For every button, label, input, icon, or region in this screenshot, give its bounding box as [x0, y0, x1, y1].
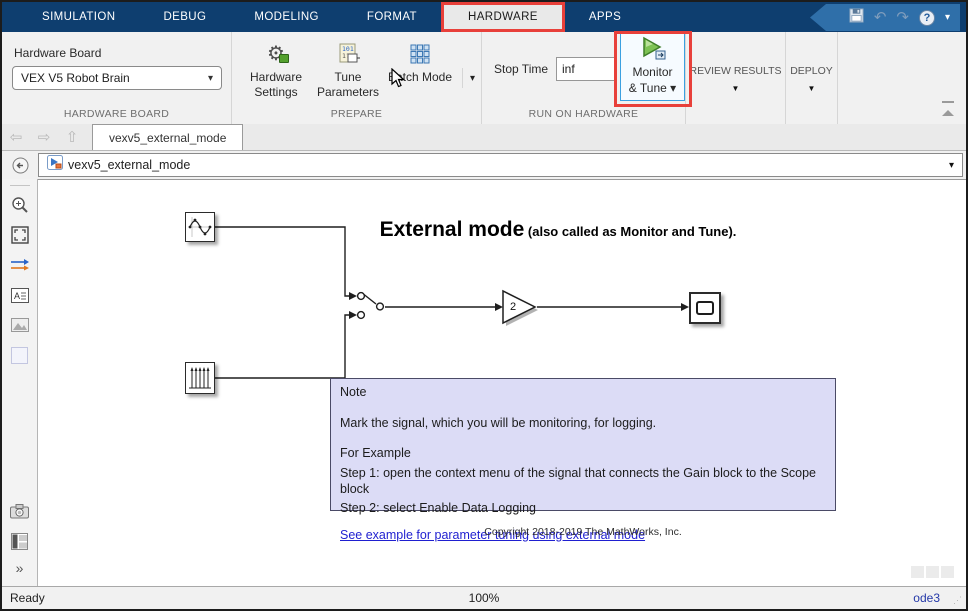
copyright-annotation: Copyright 2018-2019 The MathWorks, Inc.	[330, 526, 836, 538]
scope-block[interactable]	[689, 292, 721, 324]
note-body-3: Step 1: open the context menu of the sig…	[340, 466, 826, 497]
note-body-1: Mark the signal, which you will be monit…	[340, 416, 826, 432]
model-file-icon	[47, 155, 63, 175]
note-body-4: Step 2: select Enable Data Logging	[340, 501, 826, 517]
gear-icon: ⚙	[267, 40, 285, 68]
hardware-board-label: Hardware Board	[14, 46, 101, 60]
pulse-train-icon	[187, 364, 213, 392]
model-document-tab[interactable]: vexv5_external_mode	[92, 124, 243, 150]
toolbar-menu-caret-icon[interactable]: ▾	[945, 12, 950, 23]
status-bar: Ready 100% ode3 ⋰	[2, 586, 966, 609]
forward-icon[interactable]: ⇨	[30, 124, 58, 150]
tab-format[interactable]: FORMAT	[343, 2, 441, 32]
hide-browser-button[interactable]	[2, 151, 38, 179]
deploy-label: DEPLOY	[786, 65, 837, 77]
note-body-2: For Example	[340, 446, 826, 462]
batch-mode-button[interactable]: Batch Mode	[384, 36, 456, 106]
batch-mode-grid-icon	[410, 40, 430, 68]
note-annotation: Note Mark the signal, which you will be …	[330, 378, 836, 511]
monitor-tune-label-line1: Monitor	[632, 65, 672, 81]
section-prepare: ⚙ Hardware Settings 1011?1 Tune Paramete…	[232, 32, 482, 124]
tune-parameters-button[interactable]: 1011?1 Tune Parameters	[312, 36, 384, 106]
stop-time-label: Stop Time	[494, 62, 548, 76]
document-bar: ⇦ ⇨ ⇧ vexv5_external_mode	[2, 124, 966, 151]
model-title-annotation: External mode (also called as Monitor an…	[278, 218, 838, 242]
tab-modeling[interactable]: MODELING	[230, 2, 343, 32]
run-play-icon	[640, 36, 666, 65]
section-review-results[interactable]: REVIEW RESULTS ▼	[686, 32, 786, 124]
tab-simulation[interactable]: SIMULATION	[18, 2, 139, 32]
tune-parameters-icon: 1011?1	[336, 40, 360, 68]
back-icon[interactable]: ⇦	[2, 124, 30, 150]
resize-grip[interactable]: ⋰	[953, 595, 963, 606]
hardware-settings-label: Hardware Settings	[240, 70, 312, 100]
help-icon[interactable]: ?	[919, 10, 935, 26]
sidebar-divider	[10, 185, 30, 186]
section-hardware-board: Hardware Board VEX V5 Robot Brain ▾ HARD…	[2, 32, 232, 124]
sine-wave-block[interactable]	[185, 212, 215, 242]
ribbon-empty-area	[838, 32, 966, 124]
batch-mode-label: Batch Mode	[388, 70, 452, 85]
section-label-run-on-hardware: RUN ON HARDWARE	[482, 108, 685, 120]
gain-block-value[interactable]: 2	[510, 301, 516, 313]
hardware-board-value: VEX V5 Robot Brain	[21, 71, 130, 85]
canvas-watermark	[911, 566, 954, 578]
title-main: External mode	[380, 218, 525, 241]
hardware-settings-button[interactable]: ⚙ Hardware Settings	[240, 36, 312, 106]
tab-debug[interactable]: DEBUG	[139, 2, 230, 32]
section-label-hardware-board: HARDWARE BOARD	[2, 108, 231, 120]
area-icon[interactable]	[9, 344, 31, 366]
toolstrip-tabbar: SIMULATION DEBUG MODELING FORMAT HARDWAR…	[2, 2, 966, 32]
review-results-label: REVIEW RESULTS	[686, 65, 785, 77]
sidebar-more-icon[interactable]: »	[16, 560, 24, 576]
screenshot-camera-icon[interactable]	[9, 500, 31, 522]
section-deploy[interactable]: DEPLOY ▼	[786, 32, 838, 124]
undo-icon[interactable]: ↶	[874, 10, 887, 25]
signal-arrows-icon[interactable]	[9, 254, 31, 276]
section-run-on-hardware: Stop Time Monitor & Tune ▾ RUN ON HARDWA…	[482, 32, 686, 124]
collapse-ribbon-icon[interactable]	[942, 110, 954, 116]
save-icon[interactable]	[849, 8, 864, 28]
breadcrumb-caret-icon[interactable]: ▾	[949, 160, 954, 171]
pulse-generator-block[interactable]	[185, 362, 215, 394]
section-label-prepare: PREPARE	[232, 108, 481, 120]
tab-apps[interactable]: APPS	[565, 2, 645, 32]
tab-hardware[interactable]: HARDWARE	[441, 2, 565, 32]
zoom-level: 100%	[2, 591, 966, 605]
ribbon: Hardware Board VEX V5 Robot Brain ▾ HARD…	[2, 32, 966, 124]
review-results-caret-icon: ▼	[686, 84, 785, 93]
image-icon[interactable]	[9, 314, 31, 336]
title-suffix: (also called as Monitor and Tune).	[524, 224, 736, 239]
stop-time-input[interactable]	[556, 57, 616, 81]
tune-parameters-label: Tune Parameters	[312, 70, 384, 100]
monitor-tune-label-line2: & Tune ▾	[629, 81, 676, 97]
zoom-in-icon[interactable]	[9, 194, 31, 216]
fit-to-view-icon[interactable]	[9, 224, 31, 246]
hardware-board-select[interactable]: VEX V5 Robot Brain ▾	[12, 66, 222, 90]
svg-text:A: A	[14, 291, 20, 301]
scope-screen-icon	[696, 301, 714, 315]
note-heading: Note	[340, 385, 826, 401]
breadcrumb-row: vexv5_external_mode ▾	[2, 151, 966, 179]
layout-panels-icon[interactable]	[9, 530, 31, 552]
up-icon[interactable]: ⇧	[58, 124, 86, 150]
redo-icon[interactable]: ↷	[896, 10, 909, 25]
palette-sidebar: A »	[2, 179, 38, 586]
chevron-down-icon: ▾	[208, 73, 213, 84]
monitor-tune-button[interactable]: Monitor & Tune ▾	[620, 33, 685, 101]
breadcrumb-model-name[interactable]: vexv5_external_mode	[68, 158, 190, 172]
model-canvas[interactable]: 2 External mode (also called as Monitor …	[38, 179, 966, 586]
quick-access-toolbar: ↶ ↷ ? ▾	[810, 4, 960, 31]
annotation-icon[interactable]: A	[9, 284, 31, 306]
simulink-window: SIMULATION DEBUG MODELING FORMAT HARDWAR…	[0, 0, 968, 611]
prepare-overflow-caret[interactable]: ▾	[462, 68, 475, 88]
breadcrumb[interactable]: vexv5_external_mode ▾	[38, 153, 963, 177]
sine-wave-icon	[187, 214, 213, 240]
deploy-caret-icon: ▼	[786, 84, 837, 93]
